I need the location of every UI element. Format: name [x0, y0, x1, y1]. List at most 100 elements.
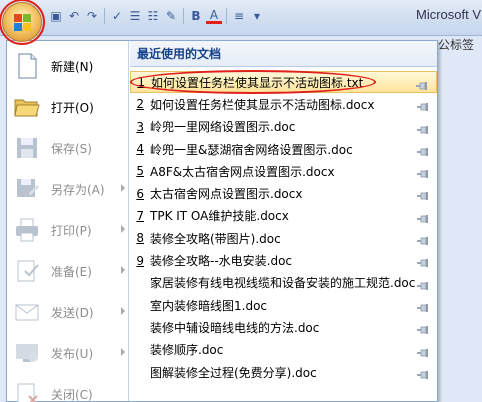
recent-document-name: 装修中辅设暗线电线的方法.doc: [150, 320, 320, 335]
menu-command[interactable]: 关闭(C): [11, 376, 127, 402]
menu-command-label: 新建(N): [51, 59, 94, 74]
prepare-icon: [13, 257, 41, 285]
bullet-list-icon[interactable]: ☰: [127, 8, 143, 24]
bold-icon[interactable]: B: [188, 8, 204, 24]
font-color-icon[interactable]: A: [206, 8, 222, 24]
ribbon-tab-fragment[interactable]: 公标签: [438, 36, 474, 53]
new-document-icon: [13, 52, 41, 80]
recent-document-item[interactable]: 9 装修全攻略--水电安装.doc: [130, 249, 437, 271]
pin-icon[interactable]: [417, 368, 429, 379]
pin-icon[interactable]: [417, 256, 429, 268]
recent-document-item[interactable]: 室内装修暗线图1.doc: [130, 294, 437, 316]
toolbar-separator: [183, 8, 184, 24]
align-icon[interactable]: ≡: [231, 8, 247, 24]
open-folder-icon: [13, 93, 41, 121]
menu-command[interactable]: 新建(N): [11, 48, 127, 84]
recent-documents-header: 最近使用的文档: [130, 41, 437, 67]
number-list-icon[interactable]: ☷: [145, 8, 161, 24]
pin-icon[interactable]: [417, 100, 429, 112]
save-icon: [13, 134, 41, 162]
highlight-icon[interactable]: ✎: [163, 8, 179, 24]
menu-command[interactable]: 打开(O): [11, 89, 127, 125]
print-icon: [13, 216, 41, 244]
toolbar-separator: [104, 8, 105, 24]
undo-icon[interactable]: ↶: [66, 8, 82, 24]
menu-command[interactable]: 另存为(A): [11, 171, 127, 207]
recent-document-name: 家居装修有线电视线缆和设备安装的施工规范.doc: [150, 276, 416, 291]
submenu-arrow-icon: [121, 348, 125, 356]
recent-document-name: 室内装修暗线图1.doc: [150, 298, 268, 313]
spell-icon[interactable]: ✓: [109, 8, 125, 24]
recent-document-number: 8: [136, 231, 144, 246]
pin-icon[interactable]: [417, 145, 429, 156]
pin-icon[interactable]: [417, 279, 429, 290]
menu-command[interactable]: 发送(D): [11, 294, 127, 330]
pin-icon[interactable]: [417, 123, 429, 134]
menu-command-label: 另存为(A): [51, 182, 105, 197]
recent-document-item[interactable]: 家居装修有线电视线缆和设备安装的施工规范.doc: [130, 272, 437, 294]
pin-icon[interactable]: [416, 79, 428, 90]
recent-documents-list: 1 如何设置任务栏使其显示不活动图标.txt 2 如何设置任务栏使其显示不活动图标.d…: [130, 71, 437, 383]
submenu-arrow-icon: [121, 307, 125, 315]
recent-document-item[interactable]: 4 岭兜一里&瑟湖宿舍网络设置图示.doc: [130, 138, 437, 160]
toolbar-separator: [226, 8, 227, 24]
recent-document-name: 装修全攻略--水电安装.doc: [150, 254, 293, 269]
recent-document-item[interactable]: 1 如何设置任务栏使其显示不活动图标.txt: [130, 71, 437, 94]
recent-document-name: 如何设置任务栏使其显示不活动图标.txt: [151, 75, 364, 90]
pin-icon[interactable]: [417, 234, 429, 246]
recent-document-item[interactable]: 6 太古宿舍网点设置图示.docx: [130, 182, 437, 204]
save-icon[interactable]: ▣: [48, 8, 64, 24]
recent-document-number: 7: [136, 208, 144, 223]
dropdown-icon[interactable]: ▾: [249, 8, 265, 24]
recent-document-item[interactable]: 8 装修全攻略(带图片).doc: [130, 227, 437, 249]
menu-command-label: 打开(O): [51, 100, 94, 115]
quick-access-toolbar: ▣ ↶ ↷ ✓ ☰ ☷ ✎ B A ≡ ▾: [48, 5, 265, 27]
publish-icon: [13, 339, 41, 367]
menu-command[interactable]: 打印(P): [11, 212, 127, 248]
recent-document-name: 如何设置任务栏使其显示不活动图标.docx: [150, 97, 375, 112]
menu-command-label: 准备(E): [51, 264, 92, 279]
pin-icon[interactable]: [417, 301, 429, 312]
menu-command[interactable]: 保存(S): [11, 130, 127, 166]
menu-command-label: 打印(P): [51, 223, 92, 238]
recent-document-item[interactable]: 3 岭兜一里网络设置图示.doc: [130, 116, 437, 138]
pin-icon[interactable]: [417, 323, 429, 335]
send-icon: [13, 298, 41, 326]
recent-document-number: 1: [137, 75, 145, 90]
recent-document-number: 4: [136, 142, 144, 157]
menu-command-label: 保存(S): [51, 141, 92, 156]
pin-icon[interactable]: [417, 189, 429, 201]
office-menu: 新建(N) 打开(O) 保存(S) 另存为(A) 打印(P) 准备(E) 发送(D) 发布(U…: [6, 40, 438, 402]
recent-document-number: 9: [136, 253, 144, 268]
pin-icon[interactable]: [417, 167, 429, 179]
menu-command-label: 发送(D): [51, 305, 94, 320]
recent-document-name: TPK IT OA维护技能.docx: [150, 209, 289, 224]
recent-documents-panel: 最近使用的文档 1 如何设置任务栏使其显示不活动图标.txt 2 如何设置任务栏使其显…: [130, 41, 437, 401]
submenu-arrow-icon: [121, 266, 125, 274]
recent-document-item[interactable]: 5 A8F&太古宿舍网点设置图示.docx: [130, 160, 437, 182]
recent-document-name: 装修全攻略(带图片).doc: [150, 231, 281, 246]
menu-commands: 新建(N) 打开(O) 保存(S) 另存为(A) 打印(P) 准备(E) 发送(D) 发布(U…: [7, 41, 129, 402]
recent-document-item[interactable]: 装修顺序.doc: [130, 339, 437, 361]
recent-document-name: 太古宿舍网点设置图示.docx: [150, 187, 303, 202]
recent-document-item[interactable]: 图解装修全过程(免费分享).doc: [130, 361, 437, 383]
submenu-arrow-icon: [121, 184, 125, 192]
menu-command[interactable]: 准备(E): [11, 253, 127, 289]
menu-command[interactable]: 发布(U): [11, 335, 127, 371]
recent-document-name: 岭兜一里&瑟湖宿舍网络设置图示.doc: [150, 142, 353, 157]
close-document-icon: [13, 380, 41, 402]
recent-document-name: 图解装修全过程(免费分享).doc: [150, 365, 317, 380]
menu-command-label: 关闭(C): [51, 387, 93, 402]
pin-icon[interactable]: [417, 212, 429, 223]
recent-document-number: 5: [136, 164, 144, 179]
recent-document-item[interactable]: 2 如何设置任务栏使其显示不活动图标.docx: [130, 93, 437, 115]
menu-command-label: 发布(U): [51, 346, 94, 361]
submenu-arrow-icon: [121, 225, 125, 233]
save-as-icon: [13, 175, 41, 203]
recent-document-item[interactable]: 7 TPK IT OA维护技能.docx: [130, 205, 437, 227]
recent-document-number: 3: [136, 119, 144, 134]
recent-document-item[interactable]: 装修中辅设暗线电线的方法.doc: [130, 316, 437, 338]
pin-icon[interactable]: [417, 346, 429, 357]
redo-icon[interactable]: ↷: [84, 8, 100, 24]
window-title: Microsoft V: [416, 7, 482, 22]
